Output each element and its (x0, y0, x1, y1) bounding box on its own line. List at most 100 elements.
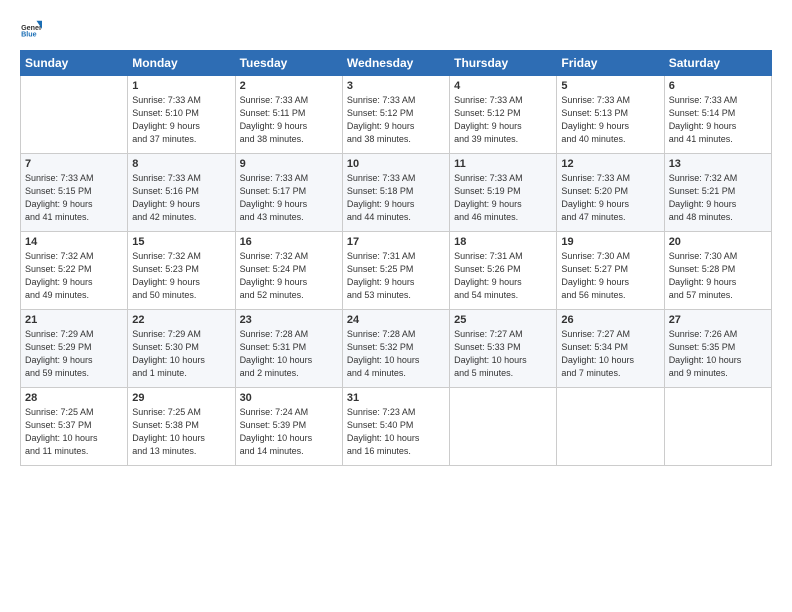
day-info: Sunrise: 7:26 AM Sunset: 5:35 PM Dayligh… (669, 328, 767, 380)
day-number: 21 (25, 314, 123, 326)
day-cell: 7Sunrise: 7:33 AM Sunset: 5:15 PM Daylig… (21, 154, 128, 232)
logo: General Blue (20, 18, 46, 40)
day-number: 4 (454, 80, 552, 92)
day-info: Sunrise: 7:32 AM Sunset: 5:23 PM Dayligh… (132, 250, 230, 302)
day-cell: 26 Sunrise: 7:27 AM Sunset: 5:34 PM Dayli… (557, 310, 664, 388)
day-number: 16 (240, 236, 338, 248)
day-cell: 19Sunrise: 7:30 AM Sunset: 5:27 PM Dayli… (557, 232, 664, 310)
day-number: 24 (347, 314, 445, 326)
day-number: 13 (669, 158, 767, 170)
day-info: Sunrise: 7:28 AM Sunset: 5:31 PM Dayligh… (240, 328, 338, 380)
day-cell: 31 Sunrise: 7:23 AM Sunset: 5:40 PM Dayli… (342, 388, 449, 466)
day-number: 5 (561, 80, 659, 92)
day-info: Sunrise: 7:29 AM Sunset: 5:29 PM Dayligh… (25, 328, 123, 380)
day-info: Sunrise: 7:33 AM Sunset: 5:19 PM Dayligh… (454, 172, 552, 224)
day-number: 25 (454, 314, 552, 326)
day-number: 17 (347, 236, 445, 248)
day-info: Sunrise: 7:33 AM Sunset: 5:12 PM Dayligh… (454, 94, 552, 146)
day-cell: 11 Sunrise: 7:33 AM Sunset: 5:19 PM Dayli… (450, 154, 557, 232)
day-info: Sunrise: 7:33 AM Sunset: 5:18 PM Dayligh… (347, 172, 445, 224)
day-info: Sunrise: 7:28 AM Sunset: 5:32 PM Dayligh… (347, 328, 445, 380)
day-info: Sunrise: 7:33 AM Sunset: 5:20 PM Dayligh… (561, 172, 659, 224)
day-cell: 8 Sunrise: 7:33 AM Sunset: 5:16 PM Daylig… (128, 154, 235, 232)
day-info: Sunrise: 7:25 AM Sunset: 5:38 PM Dayligh… (132, 406, 230, 458)
day-cell: 2 Sunrise: 7:33 AM Sunset: 5:11 PM Daylig… (235, 76, 342, 154)
calendar-table: SundayMondayTuesdayWednesdayThursdayFrid… (20, 50, 772, 466)
day-info: Sunrise: 7:25 AM Sunset: 5:37 PM Dayligh… (25, 406, 123, 458)
day-number: 19 (561, 236, 659, 248)
header: General Blue (20, 18, 772, 40)
day-cell: 9 Sunrise: 7:33 AM Sunset: 5:17 PM Daylig… (235, 154, 342, 232)
day-info: Sunrise: 7:30 AM Sunset: 5:28 PM Dayligh… (669, 250, 767, 302)
day-cell: 25 Sunrise: 7:27 AM Sunset: 5:33 PM Dayli… (450, 310, 557, 388)
day-header-tuesday: Tuesday (235, 51, 342, 76)
day-cell: 18 Sunrise: 7:31 AM Sunset: 5:26 PM Dayli… (450, 232, 557, 310)
day-info: Sunrise: 7:33 AM Sunset: 5:12 PM Dayligh… (347, 94, 445, 146)
day-info: Sunrise: 7:33 AM Sunset: 5:17 PM Dayligh… (240, 172, 338, 224)
day-info: Sunrise: 7:23 AM Sunset: 5:40 PM Dayligh… (347, 406, 445, 458)
day-cell: 1 Sunrise: 7:33 AM Sunset: 5:10 PM Daylig… (128, 76, 235, 154)
day-info: Sunrise: 7:27 AM Sunset: 5:33 PM Dayligh… (454, 328, 552, 380)
day-number: 27 (669, 314, 767, 326)
day-info: Sunrise: 7:33 AM Sunset: 5:15 PM Dayligh… (25, 172, 123, 224)
day-cell: 13 Sunrise: 7:32 AM Sunset: 5:21 PM Dayli… (664, 154, 771, 232)
day-cell (21, 76, 128, 154)
day-cell: 21 Sunrise: 7:29 AM Sunset: 5:29 PM Dayli… (21, 310, 128, 388)
day-info: Sunrise: 7:27 AM Sunset: 5:34 PM Dayligh… (561, 328, 659, 380)
day-cell: 16 Sunrise: 7:32 AM Sunset: 5:24 PM Dayli… (235, 232, 342, 310)
day-number: 11 (454, 158, 552, 170)
day-info: Sunrise: 7:24 AM Sunset: 5:39 PM Dayligh… (240, 406, 338, 458)
day-number: 18 (454, 236, 552, 248)
day-cell: 3 Sunrise: 7:33 AM Sunset: 5:12 PM Daylig… (342, 76, 449, 154)
day-number: 2 (240, 80, 338, 92)
day-header-friday: Friday (557, 51, 664, 76)
day-number: 1 (132, 80, 230, 92)
day-cell: 14 Sunrise: 7:32 AM Sunset: 5:22 PM Dayli… (21, 232, 128, 310)
week-row-4: 21 Sunrise: 7:29 AM Sunset: 5:29 PM Dayli… (21, 310, 772, 388)
day-number: 31 (347, 392, 445, 404)
day-cell: 30 Sunrise: 7:24 AM Sunset: 5:39 PM Dayli… (235, 388, 342, 466)
day-cell (557, 388, 664, 466)
day-info: Sunrise: 7:29 AM Sunset: 5:30 PM Dayligh… (132, 328, 230, 380)
day-info: Sunrise: 7:32 AM Sunset: 5:24 PM Dayligh… (240, 250, 338, 302)
day-number: 28 (25, 392, 123, 404)
day-number: 3 (347, 80, 445, 92)
day-info: Sunrise: 7:33 AM Sunset: 5:11 PM Dayligh… (240, 94, 338, 146)
day-cell: 24 Sunrise: 7:28 AM Sunset: 5:32 PM Dayli… (342, 310, 449, 388)
day-number: 14 (25, 236, 123, 248)
day-cell: 5 Sunrise: 7:33 AM Sunset: 5:13 PM Daylig… (557, 76, 664, 154)
day-number: 9 (240, 158, 338, 170)
day-number: 8 (132, 158, 230, 170)
calendar-header-row: SundayMondayTuesdayWednesdayThursdayFrid… (21, 51, 772, 76)
week-row-1: 1 Sunrise: 7:33 AM Sunset: 5:10 PM Daylig… (21, 76, 772, 154)
day-number: 6 (669, 80, 767, 92)
day-header-wednesday: Wednesday (342, 51, 449, 76)
day-info: Sunrise: 7:31 AM Sunset: 5:26 PM Dayligh… (454, 250, 552, 302)
day-info: Sunrise: 7:33 AM Sunset: 5:13 PM Dayligh… (561, 94, 659, 146)
day-info: Sunrise: 7:32 AM Sunset: 5:21 PM Dayligh… (669, 172, 767, 224)
day-header-monday: Monday (128, 51, 235, 76)
day-number: 26 (561, 314, 659, 326)
day-cell: 12 Sunrise: 7:33 AM Sunset: 5:20 PM Dayli… (557, 154, 664, 232)
week-row-5: 28 Sunrise: 7:25 AM Sunset: 5:37 PM Dayli… (21, 388, 772, 466)
day-cell: 28 Sunrise: 7:25 AM Sunset: 5:37 PM Dayli… (21, 388, 128, 466)
day-cell (450, 388, 557, 466)
day-cell: 4 Sunrise: 7:33 AM Sunset: 5:12 PM Daylig… (450, 76, 557, 154)
day-info: Sunrise: 7:32 AM Sunset: 5:22 PM Dayligh… (25, 250, 123, 302)
generalblue-logo-icon: General Blue (20, 18, 42, 40)
day-cell: 6 Sunrise: 7:33 AM Sunset: 5:14 PM Daylig… (664, 76, 771, 154)
day-cell: 29Sunrise: 7:25 AM Sunset: 5:38 PM Dayli… (128, 388, 235, 466)
day-header-saturday: Saturday (664, 51, 771, 76)
day-number: 30 (240, 392, 338, 404)
day-cell: 23Sunrise: 7:28 AM Sunset: 5:31 PM Dayli… (235, 310, 342, 388)
day-cell (664, 388, 771, 466)
day-number: 22 (132, 314, 230, 326)
day-number: 20 (669, 236, 767, 248)
day-cell: 27 Sunrise: 7:26 AM Sunset: 5:35 PM Dayli… (664, 310, 771, 388)
day-number: 12 (561, 158, 659, 170)
day-info: Sunrise: 7:33 AM Sunset: 5:16 PM Dayligh… (132, 172, 230, 224)
day-info: Sunrise: 7:33 AM Sunset: 5:14 PM Dayligh… (669, 94, 767, 146)
day-header-sunday: Sunday (21, 51, 128, 76)
day-cell: 20 Sunrise: 7:30 AM Sunset: 5:28 PM Dayli… (664, 232, 771, 310)
day-info: Sunrise: 7:33 AM Sunset: 5:10 PM Dayligh… (132, 94, 230, 146)
